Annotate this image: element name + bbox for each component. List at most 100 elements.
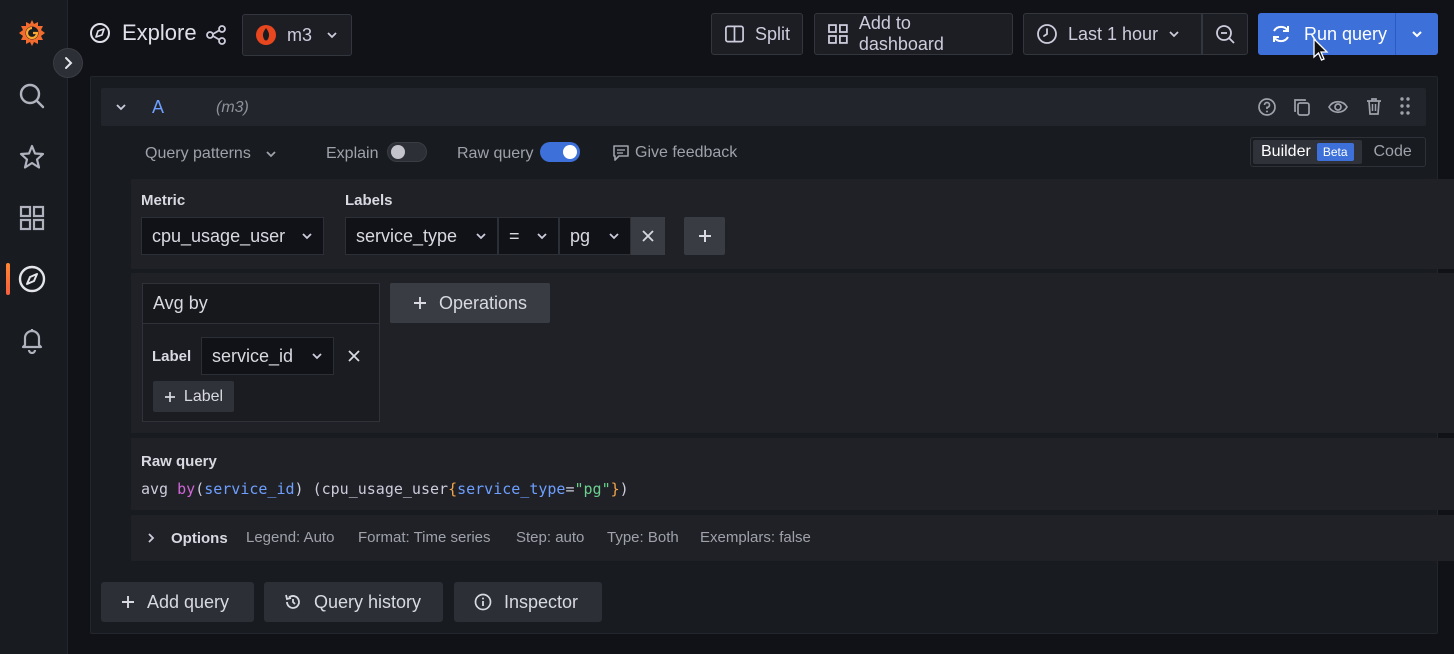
- raw-query-toggle[interactable]: [540, 142, 580, 162]
- options-label[interactable]: Options: [171, 530, 228, 547]
- chevron-down-icon: [266, 151, 276, 158]
- explain-label: Explain: [326, 145, 379, 162]
- collapse-query-button[interactable]: [115, 101, 127, 113]
- metric-label: Metric: [141, 192, 186, 209]
- metric-value: cpu_usage_user: [152, 225, 286, 246]
- code-mode-tab[interactable]: Code: [1362, 143, 1412, 161]
- code-fn: avg: [141, 480, 178, 498]
- add-query-button[interactable]: Add query: [101, 582, 254, 622]
- plus-icon: [164, 391, 175, 402]
- code-operator: =: [565, 480, 575, 498]
- inspector-button[interactable]: Inspector: [454, 582, 602, 622]
- chevron-down-icon: [302, 233, 312, 240]
- run-query-options-button[interactable]: [1395, 13, 1438, 55]
- label-operator-select[interactable]: =: [498, 217, 559, 255]
- raw-query-label: Raw query: [457, 145, 534, 162]
- time-range-label: Last 1 hour: [1068, 23, 1159, 44]
- code-paren: ) (: [294, 480, 322, 498]
- explain-toggle-knob: [391, 145, 405, 159]
- remove-operation-label-button[interactable]: [347, 349, 361, 363]
- close-icon: [642, 230, 654, 242]
- add-label-filter-button[interactable]: [684, 217, 725, 255]
- code-brace: }: [610, 480, 620, 498]
- add-to-dashboard-button[interactable]: Add to dashboard: [814, 13, 1013, 55]
- operations-label: Operations: [438, 292, 528, 313]
- page-title: Explore: [122, 20, 197, 45]
- add-operations-button[interactable]: Operations: [390, 283, 550, 323]
- star-icon[interactable]: [16, 141, 48, 173]
- code-string: "pg": [574, 480, 611, 498]
- share-icon[interactable]: [205, 24, 227, 46]
- metric-select[interactable]: cpu_usage_user: [141, 217, 324, 255]
- search-icon[interactable]: [16, 80, 48, 112]
- datasource-picker[interactable]: m3: [242, 14, 352, 56]
- add-query-label: Add query: [147, 591, 230, 612]
- labels-label: Labels: [345, 192, 393, 209]
- refresh-icon: [1273, 25, 1289, 43]
- trash-icon[interactable]: [1364, 96, 1384, 116]
- chevron-down-icon: [327, 32, 337, 39]
- dashboard-grid-icon: [828, 24, 848, 44]
- help-icon[interactable]: [1257, 97, 1277, 117]
- query-history-label: Query history: [314, 591, 422, 612]
- zoom-out-icon: [1216, 25, 1235, 44]
- mouse-cursor-icon: [1313, 38, 1329, 62]
- builder-label: Builder: [1261, 143, 1311, 160]
- run-query-button[interactable]: Run query: [1258, 13, 1438, 55]
- expand-sidebar-button[interactable]: [53, 48, 83, 78]
- label-key-value: service_type: [356, 225, 458, 246]
- history-icon: [285, 594, 300, 609]
- editor-mode-switch: Builder Beta Code: [1250, 137, 1426, 167]
- label-key-select[interactable]: service_type: [345, 217, 498, 255]
- split-label: Split: [754, 23, 790, 44]
- query-row-header: [101, 88, 1426, 126]
- datasource-name: m3: [287, 24, 313, 45]
- chevron-down-icon: [116, 104, 126, 111]
- code-label-key: service_type: [457, 480, 566, 498]
- give-feedback-link[interactable]: Give feedback: [635, 144, 737, 162]
- sidebar: [0, 0, 68, 654]
- code-grouping-label: service_id: [204, 480, 295, 498]
- chevron-right-icon: [65, 57, 73, 69]
- datasource-icon: [256, 25, 276, 45]
- add-operation-label-button[interactable]: Label: [153, 381, 234, 412]
- builder-mode-tab[interactable]: Builder Beta: [1253, 140, 1362, 164]
- options-step: Step: auto: [516, 529, 585, 546]
- plus-icon: [698, 230, 711, 242]
- bell-icon[interactable]: [16, 324, 48, 356]
- add-label-text: Label: [183, 387, 224, 405]
- drag-handle-icon[interactable]: [1398, 96, 1412, 116]
- split-button[interactable]: Split: [711, 13, 803, 55]
- grafana-logo[interactable]: [16, 17, 48, 49]
- code-brace: {: [448, 480, 458, 498]
- raw-query-section: [131, 438, 1454, 510]
- duplicate-query-icon[interactable]: [1292, 97, 1312, 117]
- explain-toggle[interactable]: [387, 142, 427, 162]
- dashboards-icon[interactable]: [16, 202, 48, 234]
- chevron-down-icon: [312, 353, 322, 360]
- operation-label-select[interactable]: service_id: [201, 337, 334, 375]
- options-chevron-right-icon[interactable]: [145, 532, 157, 544]
- query-history-button[interactable]: Query history: [264, 582, 443, 622]
- query-datasource-hint: (m3): [216, 99, 249, 116]
- options-legend: Legend: Auto: [246, 529, 335, 546]
- zoom-out-button[interactable]: [1202, 13, 1248, 55]
- grafana-logo-icon: [19, 20, 45, 46]
- clock-icon: [1037, 24, 1057, 44]
- label-operator-value: =: [509, 225, 520, 246]
- query-ref-id[interactable]: A: [152, 97, 164, 118]
- code-paren: ): [619, 480, 629, 498]
- chevron-down-icon: [1169, 31, 1179, 38]
- time-range-picker[interactable]: Last 1 hour: [1023, 13, 1202, 55]
- remove-label-button[interactable]: [631, 217, 665, 255]
- options-type: Type: Both: [607, 529, 679, 546]
- query-patterns-dropdown[interactable]: Query patterns: [145, 145, 277, 163]
- operation-label-text: Label: [152, 348, 192, 365]
- add-to-dashboard-label: Add to dashboard: [858, 13, 944, 54]
- eye-icon[interactable]: [1327, 97, 1349, 117]
- raw-query-code: avg by(service_id) (cpu_usage_user{servi…: [141, 480, 629, 498]
- label-value-select[interactable]: pg: [559, 217, 631, 255]
- label-value-value: pg: [570, 225, 591, 246]
- explore-compass-icon[interactable]: [16, 263, 48, 295]
- code-paren: (: [195, 480, 205, 498]
